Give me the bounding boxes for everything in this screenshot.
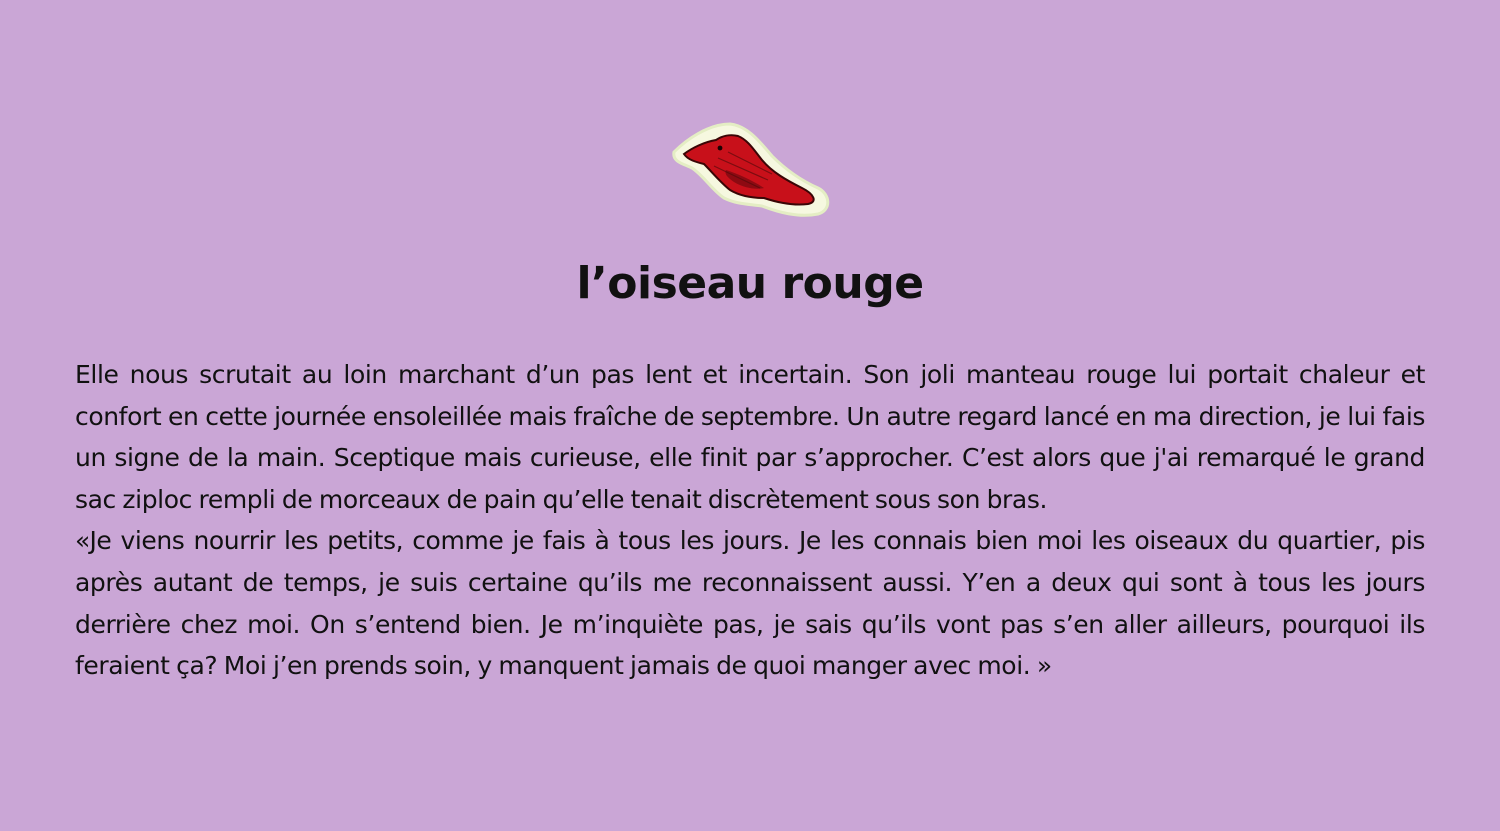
story-body: Elle nous scrutait au loin marchant d’un…	[75, 354, 1425, 687]
red-bird-illustration	[668, 118, 834, 220]
page-title: l’oiseau rouge	[576, 258, 924, 309]
story-paragraph-1: Elle nous scrutait au loin marchant d’un…	[75, 360, 1425, 514]
story-paragraph-2: «Je viens nourrir les petits, comme je f…	[75, 526, 1425, 681]
red-bird-icon	[672, 122, 830, 217]
